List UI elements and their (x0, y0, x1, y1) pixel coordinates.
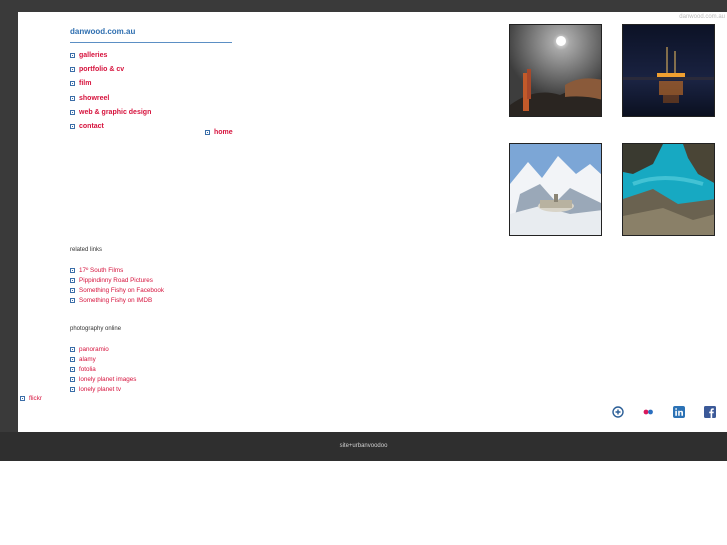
menu-item-label: galleries (79, 51, 108, 59)
night-ship-photo[interactable] (622, 24, 715, 117)
bullet-icon (70, 109, 75, 115)
menu-item-web-design[interactable]: web & graphic design (70, 105, 151, 119)
photo-link-item[interactable]: lonely planet tv (70, 384, 136, 394)
add-icon[interactable] (611, 405, 625, 419)
related-links-list: 17º South Films Pippindinny Road Picture… (70, 266, 164, 305)
menu-item-label: portfolio & cv (79, 65, 125, 73)
menu-item-label: showreel (79, 94, 110, 102)
bullet-icon (70, 386, 75, 392)
facebook-icon[interactable] (703, 405, 717, 419)
title-divider (70, 42, 232, 43)
menu-item-contact[interactable]: contact (70, 119, 151, 133)
watermark-text: danwood.com.au (679, 14, 725, 20)
link-label: fotolia (79, 365, 96, 373)
photo-link-item[interactable]: panoramio (70, 345, 136, 355)
flickr-link[interactable]: flickr (20, 395, 42, 402)
related-link-item[interactable]: Something Fishy on Facebook (70, 286, 164, 296)
photography-online-heading: photography online (70, 326, 122, 332)
bullet-icon (70, 124, 75, 130)
photo-link-item[interactable]: lonely planet images (70, 374, 136, 384)
footer: site+urbanvoodoo (0, 432, 727, 461)
related-link-item[interactable]: Pippindinny Road Pictures (70, 276, 164, 286)
home-link[interactable]: home (205, 129, 233, 136)
turquoise-bay-photo[interactable] (622, 143, 715, 236)
photo-link-item[interactable]: fotolia (70, 365, 136, 375)
bullet-icon (70, 366, 75, 372)
link-label: lonely planet tv (79, 385, 122, 393)
menu-item-label: web & graphic design (79, 108, 152, 116)
photo-link-item[interactable]: alamy (70, 355, 136, 365)
bullet-icon (70, 278, 75, 284)
main-menu: galleries portfolio & cv film showreel w… (70, 48, 151, 134)
related-link-item[interactable]: Something Fishy on IMDB (70, 295, 164, 305)
link-label: Something Fishy on IMDB (79, 296, 153, 304)
link-label: panoramio (79, 346, 109, 354)
menu-item-portfolio[interactable]: portfolio & cv (70, 62, 151, 76)
bullet-icon (70, 357, 75, 363)
menu-item-label: contact (79, 123, 104, 131)
bullet-icon (70, 376, 75, 382)
related-link-item[interactable]: 17º South Films (70, 266, 164, 276)
photography-online-list: panoramio alamy fotolia lonely planet im… (70, 345, 136, 394)
bullet-icon (70, 52, 75, 58)
menu-item-film[interactable]: film (70, 77, 151, 91)
site-title[interactable]: danwood.com.au (70, 27, 135, 36)
link-label: Something Fishy on Facebook (79, 286, 165, 294)
linkedin-icon[interactable] (672, 405, 686, 419)
bullet-icon (20, 396, 25, 401)
bullet-icon (70, 66, 75, 72)
bullet-icon (70, 268, 75, 274)
menu-item-label: film (79, 80, 92, 88)
link-label: alamy (79, 356, 96, 364)
link-label: 17º South Films (79, 267, 124, 275)
left-bar (0, 12, 18, 432)
mountain-building-photo[interactable] (509, 143, 602, 236)
bullet-icon (70, 347, 75, 353)
related-links-heading: related links (70, 247, 103, 253)
bullet-icon (70, 297, 75, 303)
home-label: home (214, 129, 233, 136)
footer-credit[interactable]: site+urbanvoodoo (340, 443, 388, 449)
bullet-icon (70, 287, 75, 293)
moonlit-coast-photo[interactable] (509, 24, 602, 117)
menu-item-galleries[interactable]: galleries (70, 48, 151, 62)
menu-item-showreel[interactable]: showreel (70, 91, 151, 105)
link-label: lonely planet images (79, 375, 137, 383)
flickr-label: flickr (29, 395, 42, 402)
bullet-icon (205, 130, 210, 135)
flickr-icon[interactable] (641, 405, 655, 419)
bullet-icon (70, 81, 75, 87)
top-bar (0, 0, 727, 12)
bullet-icon (70, 95, 75, 101)
link-label: Pippindinny Road Pictures (79, 277, 153, 285)
